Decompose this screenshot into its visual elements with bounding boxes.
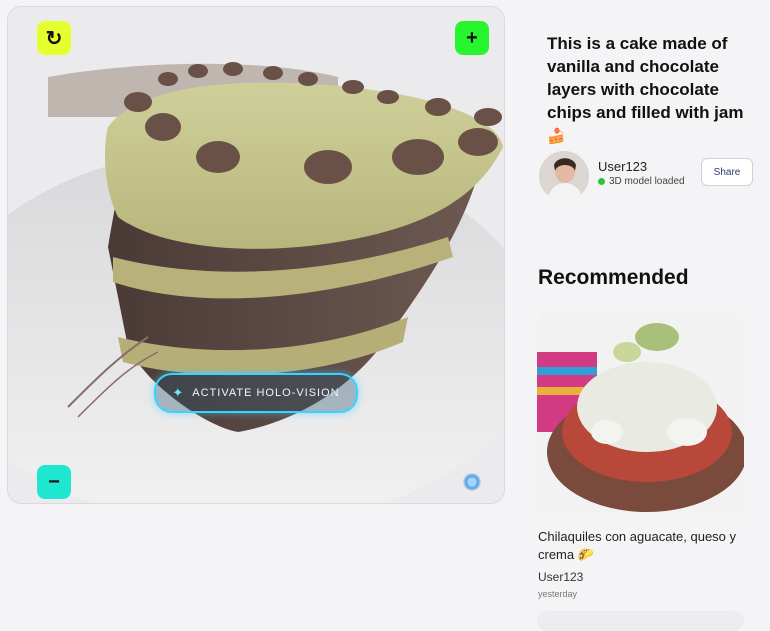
recommended-card-image[interactable] <box>537 312 744 518</box>
rotate-button[interactable]: ↻ <box>37 21 71 55</box>
recommended-card-user[interactable]: User123 <box>538 570 583 584</box>
recommended-card-time: yesterday <box>538 589 578 599</box>
cake-3d-model[interactable] <box>8 7 504 503</box>
sparkle-icon: ✦ <box>172 385 185 400</box>
cake-emoji: 🍰 <box>547 128 566 145</box>
model-status: 3D model loaded <box>598 176 685 187</box>
zoom-out-button[interactable]: − <box>37 465 71 499</box>
status-dot-icon <box>598 178 605 185</box>
recommended-heading: Recommended <box>538 266 689 289</box>
zoom-in-button[interactable]: + <box>455 21 489 55</box>
share-button[interactable]: Share <box>701 158 753 186</box>
plus-icon: + <box>466 26 478 49</box>
taco-emoji: 🌮 <box>577 547 594 562</box>
avatar[interactable] <box>539 151 589 201</box>
post-title: This is a cake made of vanilla and choco… <box>547 32 747 148</box>
target-icon[interactable] <box>463 473 481 491</box>
rotate-icon: ↻ <box>45 27 63 50</box>
holo-label: ACTIVATE HOLO-VISION <box>192 387 340 399</box>
recommended-card-next[interactable] <box>537 611 744 631</box>
user-avatar-image <box>539 151 589 201</box>
username[interactable]: User123 <box>598 159 647 174</box>
recommended-card-title[interactable]: Chilaquiles con aguacate, queso y crema … <box>538 528 738 564</box>
chilaquiles-thumbnail <box>537 312 744 518</box>
minus-icon: − <box>48 470 60 493</box>
model-viewer[interactable]: ↻ + − ✦ ACTIVATE HOLO-VISION <box>7 6 505 504</box>
activate-holo-vision-button[interactable]: ✦ ACTIVATE HOLO-VISION <box>154 373 358 413</box>
